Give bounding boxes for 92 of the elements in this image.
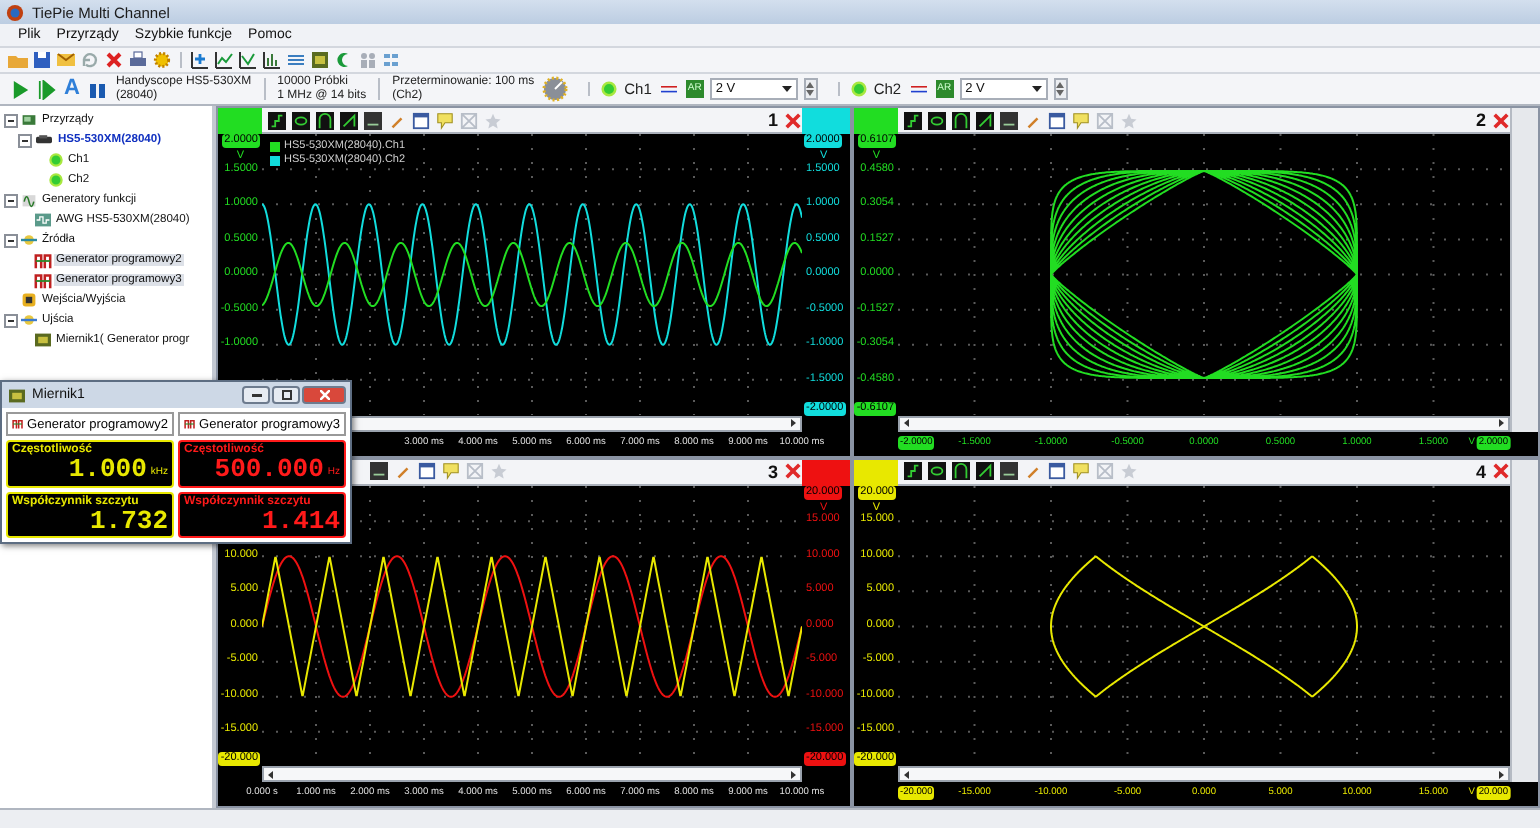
close-icon[interactable] xyxy=(1492,111,1510,129)
minimize-icon xyxy=(251,393,261,397)
collapse-icon[interactable] xyxy=(18,133,32,147)
panel-number: 4 xyxy=(1475,461,1486,481)
connector-icon xyxy=(20,292,38,308)
readout-value: 500.000 xyxy=(214,456,324,482)
close-icon[interactable] xyxy=(1492,462,1510,480)
ramp-graph-icon[interactable] xyxy=(976,111,994,129)
pencil-icon[interactable] xyxy=(1024,462,1042,480)
play-once-icon[interactable] xyxy=(38,79,56,99)
pencil-icon[interactable] xyxy=(1024,111,1042,129)
save-icon[interactable] xyxy=(32,50,52,70)
star-icon[interactable] xyxy=(1120,462,1138,480)
add-graph-icon[interactable] xyxy=(190,50,210,70)
arch-graph-icon[interactable] xyxy=(952,111,970,129)
star-icon[interactable] xyxy=(490,462,508,480)
grid-icon[interactable] xyxy=(382,50,402,70)
panel-number: 2 xyxy=(1475,110,1486,130)
speech-bubble-icon[interactable] xyxy=(436,111,454,129)
arch-graph-icon[interactable] xyxy=(316,111,334,129)
oscilloscope-icon xyxy=(34,132,54,148)
meter-icon xyxy=(34,332,52,348)
auto-setup-button[interactable]: A xyxy=(64,78,80,100)
meter-icon xyxy=(8,387,26,403)
star-icon[interactable] xyxy=(1120,111,1138,129)
print-icon[interactable] xyxy=(128,50,148,70)
close-icon[interactable] xyxy=(784,462,802,480)
source-icon xyxy=(20,232,38,248)
collapse-icon[interactable] xyxy=(4,233,18,247)
gear-icon[interactable] xyxy=(152,50,172,70)
collapse-icon[interactable] xyxy=(4,313,18,327)
arch-graph-icon[interactable] xyxy=(952,462,970,480)
wave-generator-icon xyxy=(34,251,52,269)
lines-icon[interactable] xyxy=(286,50,306,70)
wave-generator-icon xyxy=(34,271,52,289)
waveform-box-icon xyxy=(34,212,52,228)
scroll-bar[interactable] xyxy=(898,766,1510,782)
speech-bubble-icon[interactable] xyxy=(1072,111,1090,129)
window-icon[interactable] xyxy=(418,462,436,480)
columns-icon[interactable] xyxy=(87,79,108,99)
range-spinner[interactable] xyxy=(803,78,818,100)
star-icon[interactable] xyxy=(484,111,502,129)
coupling-icon[interactable] xyxy=(657,81,680,97)
step-graph-icon[interactable] xyxy=(904,462,922,480)
window-icon[interactable] xyxy=(412,111,430,129)
close-icon xyxy=(319,390,329,400)
dark-graph-icon[interactable] xyxy=(1000,462,1018,480)
scroll-bar[interactable] xyxy=(262,766,802,782)
readout-value: 1.732 xyxy=(89,507,168,533)
caret-icon xyxy=(1031,85,1042,93)
xy-graph-icon[interactable] xyxy=(928,462,946,480)
dark-graph-icon[interactable] xyxy=(1000,111,1018,129)
ramp-graph-icon[interactable] xyxy=(976,462,994,480)
maximize-icon xyxy=(281,390,291,400)
xy-graph-icon[interactable] xyxy=(292,111,310,129)
meter-icon[interactable] xyxy=(310,50,330,70)
knob-icon[interactable] xyxy=(542,76,569,102)
window-icon[interactable] xyxy=(1048,111,1066,129)
collapse-icon[interactable] xyxy=(4,193,18,207)
sink-icon xyxy=(20,312,38,328)
minimize-button[interactable] xyxy=(242,386,270,404)
panel-number: 3 xyxy=(767,461,778,481)
pencil-icon[interactable] xyxy=(388,111,406,129)
play-icon[interactable] xyxy=(12,79,30,99)
envelope-icon[interactable] xyxy=(56,50,76,70)
dark-graph-icon[interactable] xyxy=(364,111,382,129)
range-spinner[interactable] xyxy=(1053,78,1068,100)
speech-bubble-icon[interactable] xyxy=(442,462,460,480)
dark-graph-icon[interactable] xyxy=(370,462,388,480)
wave-generator-icon xyxy=(12,416,24,432)
ramp-graph-icon[interactable] xyxy=(340,111,358,129)
wave-generator-icon xyxy=(184,416,196,432)
step-graph-icon[interactable] xyxy=(904,111,922,129)
bar-graph-icon[interactable] xyxy=(262,50,282,70)
readout-value: 1.414 xyxy=(261,507,340,533)
close-icon[interactable] xyxy=(784,111,802,129)
maximize-button[interactable] xyxy=(272,386,300,404)
close-button[interactable] xyxy=(302,386,346,404)
xy-graph-icon[interactable] xyxy=(928,111,946,129)
collapse-icon[interactable] xyxy=(4,113,18,127)
instrument-icon xyxy=(20,112,38,128)
readout-value: 1.000 xyxy=(68,456,147,482)
pencil-icon[interactable] xyxy=(394,462,412,480)
step-graph-icon[interactable] xyxy=(268,111,286,129)
app-logo-icon xyxy=(6,3,24,21)
delete-icon[interactable] xyxy=(104,50,124,70)
panel-number: 1 xyxy=(767,110,778,130)
speech-bubble-icon[interactable] xyxy=(1072,462,1090,480)
window-icon[interactable] xyxy=(1048,462,1066,480)
coupling-icon[interactable] xyxy=(907,81,930,97)
caret-icon xyxy=(781,85,792,93)
generator-icon xyxy=(20,192,38,208)
